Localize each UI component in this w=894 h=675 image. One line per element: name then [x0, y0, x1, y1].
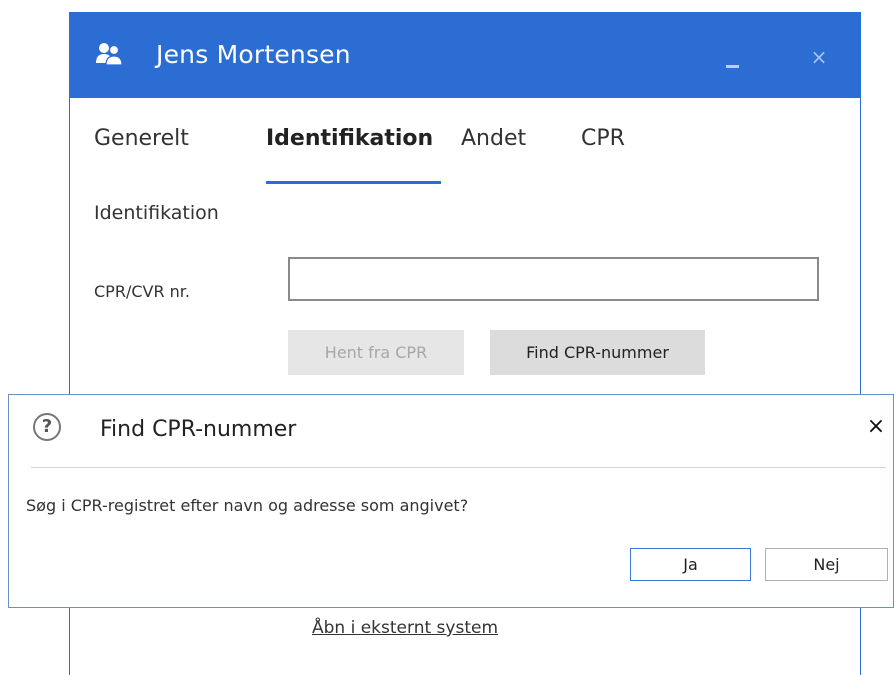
- section-title: Identifikation: [94, 202, 219, 224]
- find-cpr-dialog: ? Find CPR-nummer × Søg i CPR-registret …: [8, 394, 894, 608]
- window-close-button[interactable]: ×: [804, 42, 834, 72]
- cpr-label: CPR/CVR nr.: [94, 282, 190, 301]
- tab-identifikation[interactable]: Identifikation: [266, 126, 433, 151]
- dialog-title: Find CPR-nummer: [100, 417, 297, 442]
- open-external-system-link[interactable]: Åbn i eksternt system: [312, 618, 498, 638]
- question-icon: ?: [33, 413, 61, 441]
- window-title: Jens Mortensen: [156, 40, 351, 69]
- tab-cpr[interactable]: CPR: [581, 126, 625, 151]
- window-titlebar: Jens Mortensen ×: [70, 12, 860, 98]
- minimize-button[interactable]: [718, 47, 748, 77]
- hent-fra-cpr-button[interactable]: Hent fra CPR: [288, 330, 464, 375]
- no-button[interactable]: Nej: [765, 548, 888, 581]
- cpr-input[interactable]: [288, 257, 819, 301]
- dialog-divider: [31, 467, 886, 468]
- yes-button[interactable]: Ja: [630, 548, 751, 581]
- active-tab-indicator: [266, 181, 441, 184]
- tab-generelt[interactable]: Generelt: [94, 126, 189, 151]
- dialog-close-button[interactable]: ×: [864, 415, 888, 439]
- find-cpr-nummer-button[interactable]: Find CPR-nummer: [490, 330, 705, 375]
- people-icon: [96, 43, 122, 65]
- dialog-message: Søg i CPR-registret efter navn og adress…: [26, 496, 469, 515]
- tab-andet[interactable]: Andet: [461, 126, 526, 151]
